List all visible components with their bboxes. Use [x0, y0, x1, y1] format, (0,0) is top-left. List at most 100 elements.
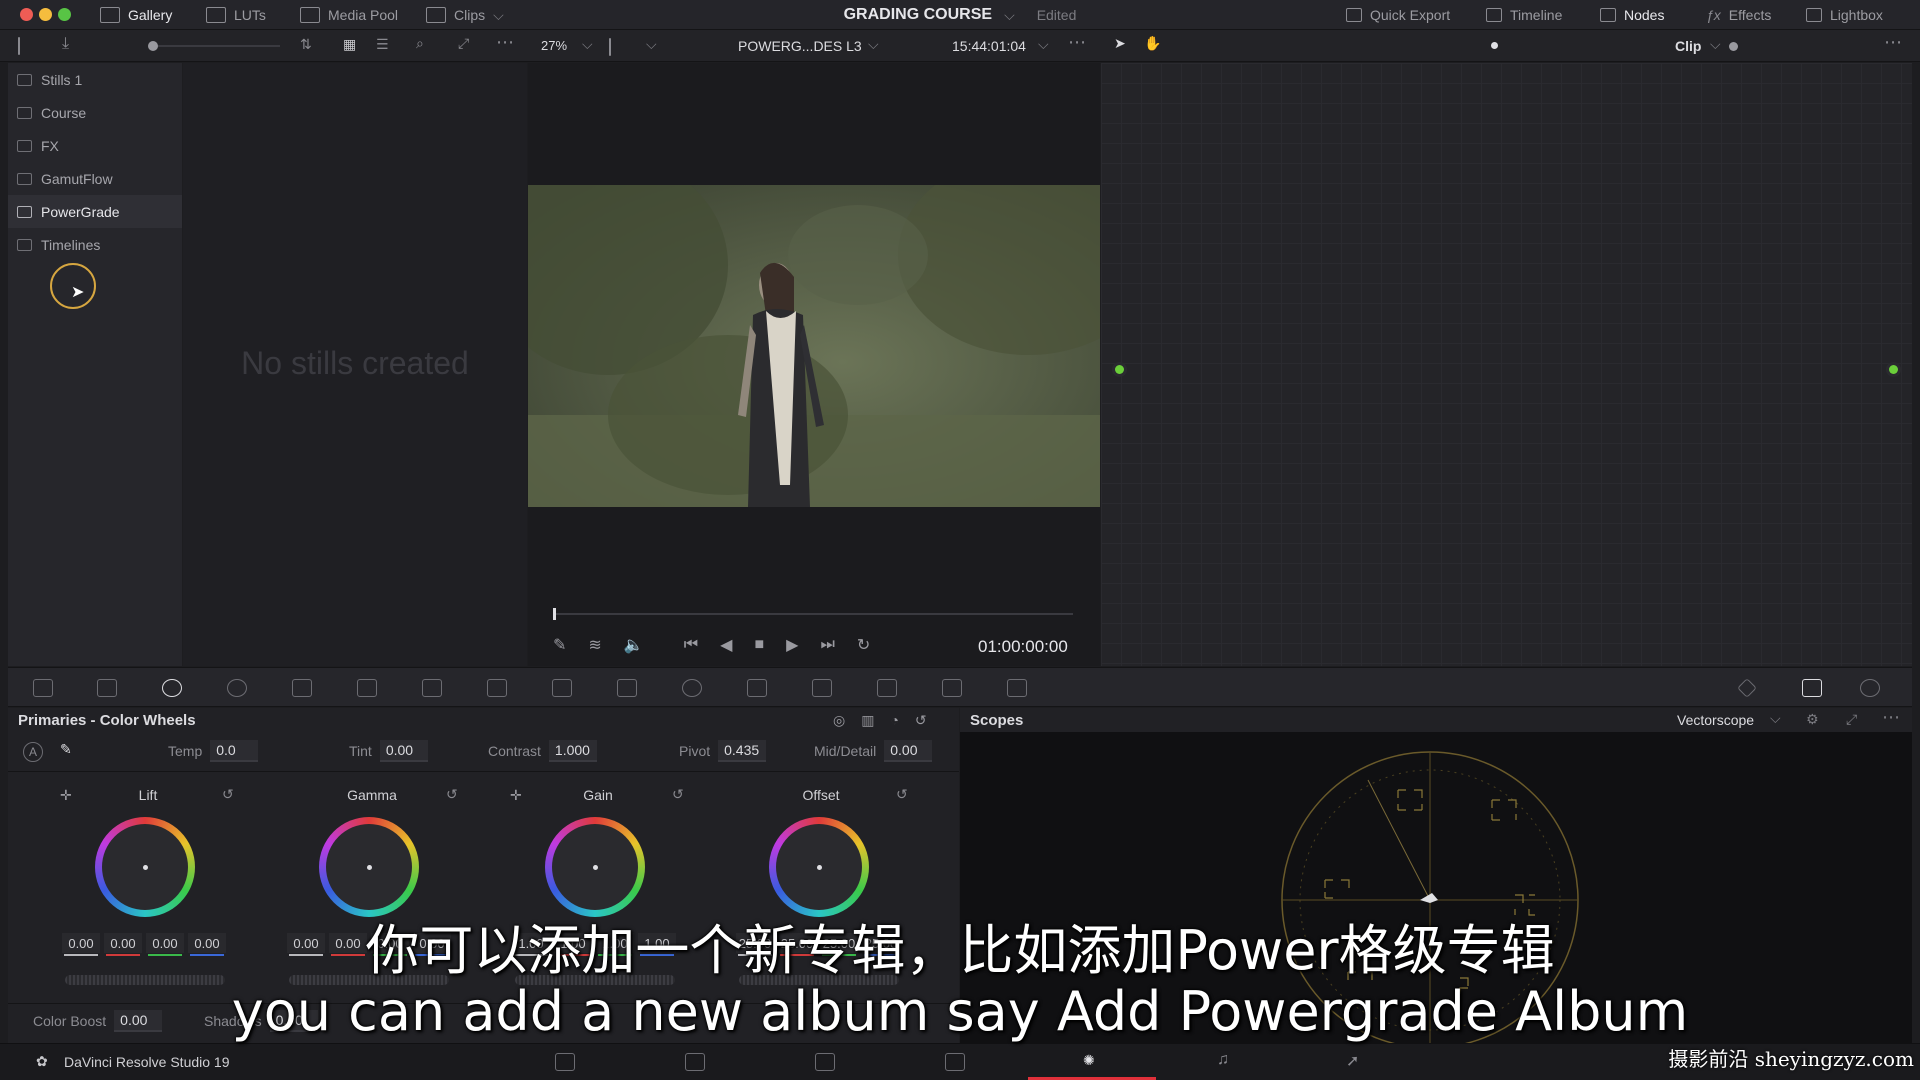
tab-luts[interactable]: LUTs	[206, 0, 266, 30]
node-highlight-dot[interactable]	[1729, 42, 1738, 51]
sort-icon[interactable]: ⇅	[300, 36, 312, 53]
slider-handle[interactable]	[148, 41, 158, 51]
log-mode-icon[interactable]: ◔	[890, 712, 898, 729]
quick-export-button[interactable]: Quick Export	[1346, 0, 1450, 30]
hand-tool-icon[interactable]: ✋	[1144, 35, 1161, 52]
sidebar-toggle-icon[interactable]	[18, 37, 20, 55]
album-item-timelines[interactable]: Timelines	[8, 228, 182, 261]
scope-settings-icon[interactable]: ⚙	[1806, 711, 1819, 728]
gain-picker-icon[interactable]: ✛	[510, 787, 522, 804]
window-icon[interactable]	[617, 679, 637, 697]
album-item-gamutflow[interactable]: GamutFlow	[8, 162, 182, 195]
chevron-down-icon[interactable]: ⌵	[868, 36, 879, 53]
pivot-field[interactable]: 0.435	[718, 740, 767, 762]
gamma-reset-icon[interactable]: ↺	[446, 786, 458, 803]
album-item-powergrade[interactable]: PowerGrade	[8, 195, 182, 228]
node-editor[interactable]	[1101, 63, 1912, 666]
wheels-mode-icon[interactable]: ◎	[833, 712, 845, 729]
zoom-level[interactable]: 27%	[541, 38, 567, 53]
expand-icon[interactable]: ⤢	[458, 35, 469, 52]
rgb-mixer-icon[interactable]	[292, 679, 312, 697]
chevron-down-icon[interactable]: ⌵	[646, 36, 657, 53]
reset-all-icon[interactable]: ↺	[915, 712, 927, 729]
chevron-down-icon[interactable]: ⌵	[1710, 36, 1721, 53]
tab-timeline[interactable]: Timeline	[1486, 0, 1562, 30]
node-mode-selector[interactable]: Clip	[1675, 38, 1701, 54]
import-still-icon[interactable]: ⤓	[62, 35, 69, 53]
gain-wheel-handle[interactable]	[593, 865, 598, 870]
viewer-mode-icon[interactable]	[609, 38, 611, 56]
lift-reset-icon[interactable]: ↺	[222, 786, 234, 803]
color-match-icon[interactable]	[97, 679, 117, 697]
play-icon[interactable]: ▶	[786, 635, 798, 655]
video-frame[interactable]	[528, 185, 1100, 507]
skip-to-end-icon[interactable]: ⏭	[820, 636, 834, 654]
skip-to-start-icon[interactable]: ⏮	[684, 636, 698, 654]
tab-clips[interactable]: Clips ⌵	[426, 0, 504, 30]
node-output-connector[interactable]	[1889, 365, 1898, 374]
search-icon[interactable]: ⌕	[416, 35, 424, 52]
node-options-icon[interactable]: ⋯	[1884, 32, 1902, 53]
volume-icon[interactable]: 🔈	[624, 635, 644, 655]
tracker-icon[interactable]	[682, 679, 702, 697]
scope-expand-icon[interactable]: ⤢	[1846, 711, 1857, 728]
deliver-page-icon[interactable]: ➚	[1346, 1051, 1359, 1071]
pointer-tool-icon[interactable]: ➤	[1114, 35, 1126, 52]
motion-effects-icon[interactable]	[357, 679, 377, 697]
scope-type-selector[interactable]: Vectorscope	[1677, 712, 1754, 728]
viewer-options-icon[interactable]: ⋯	[1068, 32, 1086, 53]
white-balance-picker-icon[interactable]: ✎	[60, 741, 72, 758]
stop-icon[interactable]: ■	[754, 636, 764, 654]
fairlight-page-icon[interactable]: ♫	[1217, 1051, 1229, 1069]
edit-page-icon[interactable]	[815, 1053, 835, 1071]
scrubber-bar[interactable]	[553, 608, 1073, 620]
color-picker-icon[interactable]: ✎	[553, 635, 566, 655]
gamma-wheel-handle[interactable]	[367, 865, 372, 870]
playhead[interactable]	[553, 608, 556, 620]
tint-field[interactable]: 0.00	[379, 740, 428, 762]
color-page-tab[interactable]: ✺	[1028, 1044, 1156, 1080]
media-page-icon[interactable]	[555, 1053, 575, 1071]
chevron-down-icon[interactable]: ⌵	[1770, 710, 1781, 727]
stereo-3d-icon[interactable]	[1007, 679, 1027, 697]
zoom-window-button[interactable]	[58, 8, 71, 21]
temp-field[interactable]: 0.0	[210, 740, 259, 762]
album-item-fx[interactable]: FX	[8, 129, 182, 162]
step-back-icon[interactable]: ◀	[720, 635, 732, 655]
auto-balance-icon[interactable]: A	[23, 742, 43, 762]
sizing-icon[interactable]	[942, 679, 962, 697]
scopes-icon[interactable]	[1802, 679, 1822, 697]
chevron-down-icon[interactable]: ⌵	[582, 36, 593, 53]
source-timecode[interactable]: 15:44:01:04	[952, 38, 1026, 54]
node-input-connector[interactable]	[1115, 365, 1124, 374]
tab-media-pool[interactable]: Media Pool	[300, 0, 398, 30]
key-icon[interactable]	[877, 679, 897, 697]
middetail-field[interactable]: 0.00	[884, 740, 933, 762]
tab-lightbox[interactable]: Lightbox	[1806, 0, 1883, 30]
keyframes-icon[interactable]	[1737, 678, 1757, 698]
bars-mode-icon[interactable]: ▥	[861, 712, 874, 729]
gain-reset-icon[interactable]: ↺	[672, 786, 684, 803]
blur-icon[interactable]	[812, 679, 832, 697]
curves-icon[interactable]	[422, 679, 442, 697]
clip-name[interactable]: POWERG...DES L3	[738, 38, 862, 54]
offset-reset-icon[interactable]: ↺	[896, 786, 908, 803]
color-warper-icon[interactable]	[487, 679, 507, 697]
more-options-icon[interactable]: ⋯	[496, 32, 514, 53]
contrast-field[interactable]: 1.000	[548, 740, 597, 762]
album-item-stills-1[interactable]: Stills 1	[8, 63, 182, 96]
hdr-wheels-icon[interactable]	[227, 679, 247, 697]
magic-mask-icon[interactable]	[747, 679, 767, 697]
qualifier-icon[interactable]	[552, 679, 572, 697]
info-icon[interactable]	[1860, 679, 1880, 697]
album-item-course[interactable]: Course	[8, 96, 182, 129]
chevron-down-icon[interactable]: ⌵	[1004, 7, 1015, 24]
tab-effects[interactable]: ƒx Effects	[1706, 0, 1771, 30]
tab-gallery[interactable]: Gallery	[100, 0, 172, 30]
lift-wheel-handle[interactable]	[143, 865, 148, 870]
project-title[interactable]: GRADING COURSE	[844, 6, 992, 24]
scope-options-icon[interactable]: ⋯	[1882, 707, 1900, 728]
cut-page-icon[interactable]	[685, 1053, 705, 1071]
tab-nodes[interactable]: Nodes	[1600, 0, 1664, 30]
close-window-button[interactable]	[20, 8, 33, 21]
